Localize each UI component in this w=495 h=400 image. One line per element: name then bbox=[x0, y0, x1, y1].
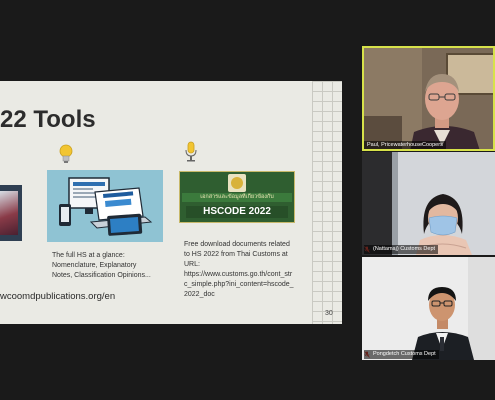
col3-line: to HS 2022 from Thai Customs at bbox=[184, 251, 288, 258]
col2-line: Nomenclature, Explanatory bbox=[52, 262, 137, 269]
video-tile-paul[interactable]: Paul, PricewaterhouseCoopers bbox=[362, 46, 495, 151]
microphone-icon bbox=[185, 141, 197, 162]
participant-name-label: Pongdetch Customs Dept bbox=[364, 350, 439, 359]
devices-illustration bbox=[47, 170, 163, 242]
lightbulb-icon bbox=[59, 144, 73, 163]
slide-grid-decoration bbox=[312, 81, 342, 324]
slide-title: 22 Tools bbox=[0, 106, 96, 133]
participant-video bbox=[362, 152, 495, 255]
col3-url-line: c_simple.php?ini_content=hscode_ bbox=[184, 281, 294, 288]
col3-description: Free download documents related to HS 20… bbox=[184, 240, 294, 300]
video-tile-nattamaj[interactable]: (Nattamaj) Customs Dept bbox=[362, 152, 495, 255]
hscode-banner-image: เอกสารและข้อมูลที่เกี่ยวข้องกับ HSCODE 2… bbox=[179, 171, 295, 223]
shared-screen: 22 Tools เอกสารและข้อมูลที่เกี่ยวข้องกับ… bbox=[0, 81, 342, 324]
book-cover-image bbox=[0, 185, 22, 241]
publications-url: wcoomdpublications.org/en bbox=[0, 291, 116, 302]
col2-line: Notes, Classification Opinions... bbox=[52, 272, 151, 279]
banner-title: HSCODE 2022 bbox=[203, 206, 271, 217]
banner-thai-text: เอกสารและข้อมูลที่เกี่ยวข้องกับ bbox=[200, 194, 274, 200]
slide-page-number: 30 bbox=[325, 310, 333, 317]
col3-url-line: 2022_doc bbox=[184, 291, 215, 298]
col3-line: Free download documents related bbox=[184, 241, 290, 248]
participant-name-label: (Nattamaj) Customs Dept bbox=[364, 245, 439, 254]
col3-line: URL: bbox=[184, 261, 200, 268]
active-speaker-border bbox=[362, 46, 495, 151]
col2-description: The full HS at a glance: Nomenclature, E… bbox=[52, 251, 151, 281]
col3-url-line: https://www.customs.go.th/cont_str bbox=[184, 271, 293, 278]
participant-video bbox=[362, 257, 495, 360]
col2-line: The full HS at a glance: bbox=[52, 252, 125, 259]
video-tile-pongdetch[interactable]: Pongdetch Customs Dept bbox=[362, 257, 495, 360]
